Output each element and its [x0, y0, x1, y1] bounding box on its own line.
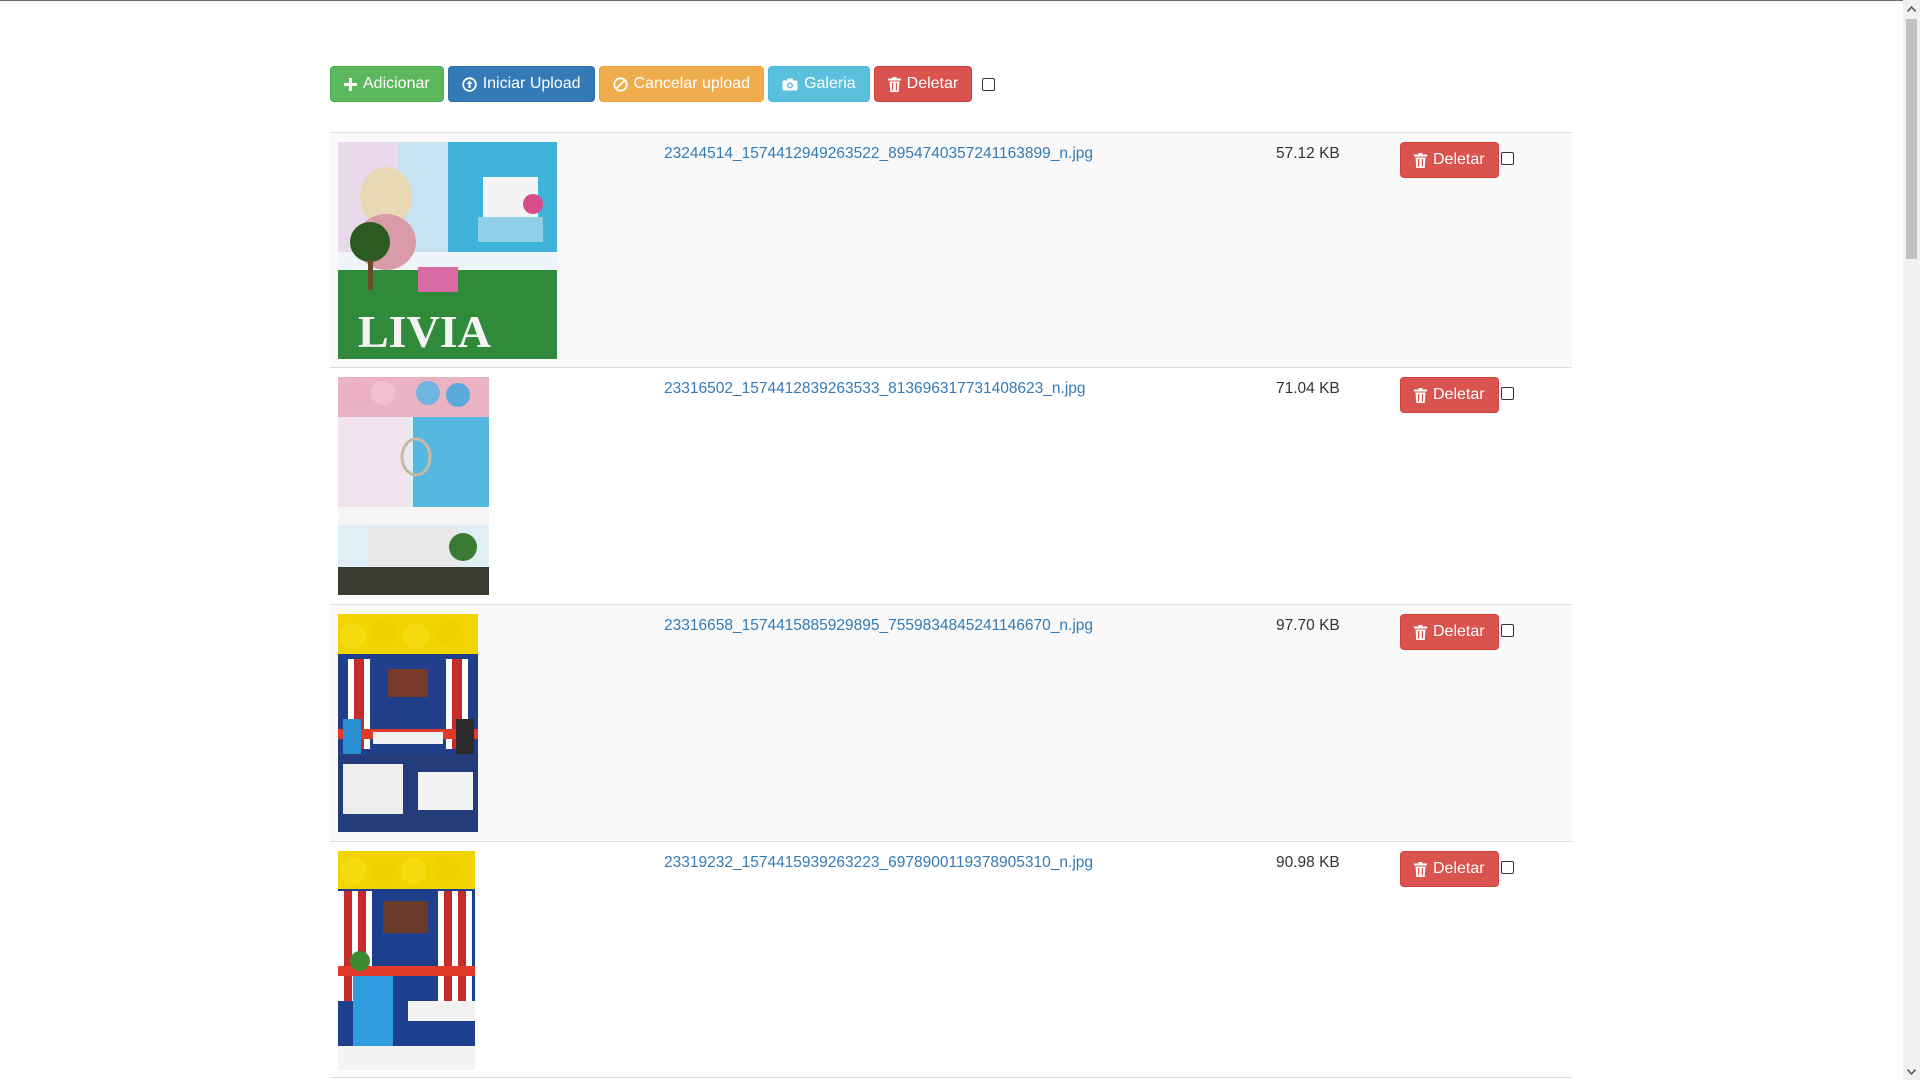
- gallery-label: Galeria: [804, 75, 856, 92]
- file-thumbnail[interactable]: LIVIA: [338, 142, 557, 359]
- file-name-link[interactable]: 23319232_1574415939263223_69789001193789…: [664, 854, 1093, 872]
- trash-icon: [1414, 861, 1427, 877]
- camera-icon: [782, 78, 798, 91]
- file-thumbnail[interactable]: [338, 851, 475, 1070]
- delete-file-button[interactable]: Deletar: [1400, 614, 1499, 650]
- upload-circle-icon: [462, 76, 477, 92]
- file-upload-page: Adicionar Iniciar Upload Cancelar upload…: [0, 0, 1920, 1080]
- trash-icon: [1414, 624, 1427, 640]
- add-files-button[interactable]: Adicionar: [330, 66, 444, 102]
- file-select-checkbox[interactable]: [1501, 387, 1514, 400]
- delete-file-button[interactable]: Deletar: [1400, 142, 1499, 178]
- vertical-scrollbar[interactable]: [1903, 0, 1920, 1080]
- file-select-checkbox[interactable]: [1501, 861, 1514, 874]
- file-size: 57.12 KB: [1276, 145, 1340, 162]
- cancel-upload-button[interactable]: Cancelar upload: [598, 66, 765, 102]
- file-name-link[interactable]: 23244514_1574412949263522_89547403572411…: [664, 145, 1093, 163]
- add-files-label: Adicionar: [363, 75, 430, 92]
- table-row: 23319232_1574415939263223_69789001193789…: [330, 841, 1572, 1078]
- file-size: 71.04 KB: [1276, 380, 1340, 397]
- gallery-button[interactable]: Galeria: [768, 66, 870, 102]
- scrollbar-thumb[interactable]: [1906, 19, 1917, 259]
- ban-icon: [612, 76, 628, 92]
- delete-file-button[interactable]: Deletar: [1400, 851, 1499, 887]
- file-thumbnail[interactable]: [338, 377, 489, 595]
- scroll-up-arrow-icon[interactable]: [1903, 0, 1920, 17]
- upload-toolbar: Adicionar Iniciar Upload Cancelar upload…: [330, 66, 996, 102]
- trash-icon: [887, 76, 901, 92]
- delete-file-label: Deletar: [1433, 860, 1485, 877]
- file-list-table: LIVIA 23244514_1574412949263522_89547403…: [330, 132, 1572, 1078]
- delete-selected-button[interactable]: Deletar: [873, 66, 973, 102]
- file-select-checkbox[interactable]: [1501, 152, 1514, 165]
- table-row: 23316658_1574415885929895_75598348452411…: [330, 604, 1572, 841]
- delete-selected-label: Deletar: [906, 75, 959, 92]
- file-name-link[interactable]: 23316502_1574412839263533_81369631773140…: [664, 380, 1086, 398]
- svg-text:LIVIA: LIVIA: [358, 306, 491, 357]
- cancel-upload-label: Cancelar upload: [633, 75, 751, 92]
- delete-file-label: Deletar: [1433, 151, 1485, 168]
- delete-file-label: Deletar: [1433, 623, 1485, 640]
- table-row: 23316502_1574412839263533_81369631773140…: [330, 367, 1572, 604]
- file-name-link[interactable]: 23316658_1574415885929895_75598348452411…: [664, 617, 1093, 635]
- delete-file-button[interactable]: Deletar: [1400, 377, 1499, 413]
- trash-icon: [1414, 152, 1427, 168]
- start-upload-button[interactable]: Iniciar Upload: [447, 66, 595, 102]
- file-select-checkbox[interactable]: [1501, 624, 1514, 637]
- file-size: 97.70 KB: [1276, 617, 1340, 634]
- top-border: [0, 0, 1920, 1]
- file-thumbnail[interactable]: [338, 614, 478, 832]
- table-row: LIVIA 23244514_1574412949263522_89547403…: [330, 132, 1572, 367]
- select-all-checkbox[interactable]: [982, 77, 996, 91]
- file-size: 90.98 KB: [1276, 854, 1340, 871]
- plus-icon: [344, 77, 357, 91]
- scroll-down-arrow-icon[interactable]: [1903, 1063, 1920, 1080]
- trash-icon: [1414, 387, 1427, 403]
- delete-file-label: Deletar: [1433, 386, 1485, 403]
- start-upload-label: Iniciar Upload: [482, 75, 581, 92]
